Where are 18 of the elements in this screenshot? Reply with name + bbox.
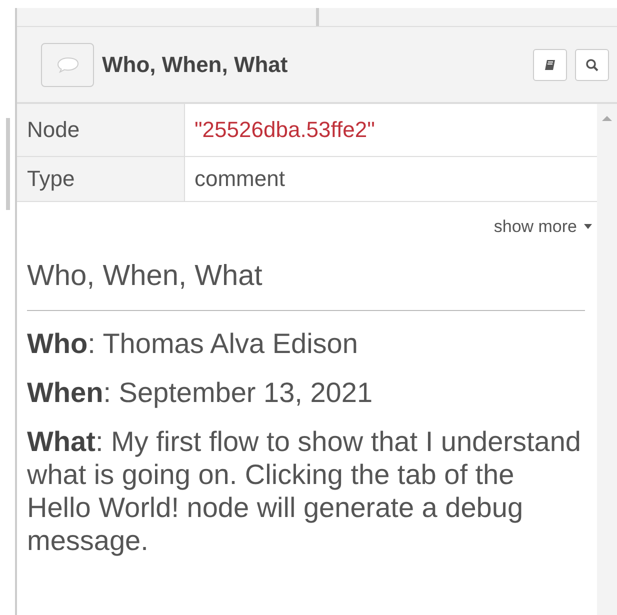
description-paragraph: When: September 13, 2021 — [27, 376, 374, 409]
search-icon — [585, 58, 599, 72]
book-button[interactable] — [533, 48, 567, 80]
description-paragraph: Who: Thomas Alva Edison — [27, 326, 359, 360]
show-more-link[interactable]: show more — [17, 202, 597, 239]
property-label: Node — [27, 117, 80, 142]
scroll-up-icon[interactable] — [601, 114, 613, 122]
splitter-handle[interactable] — [316, 8, 318, 26]
property-value: "25526dba.53ffe2" — [194, 117, 375, 142]
description-paragraph: What: My first flow to show that I understand what is going on. Clicking the tab of the Hello World! node will generate a debug message. — [27, 424, 582, 557]
property-label: Type — [27, 166, 75, 191]
property-value: comment — [194, 166, 285, 191]
node-title: Who, When, What — [102, 51, 289, 79]
comment-icon — [41, 42, 94, 86]
search-button[interactable] — [575, 48, 609, 80]
scrollbar-thumb[interactable] — [6, 118, 10, 210]
description-heading: Who, When, What — [27, 259, 585, 311]
book-icon — [543, 58, 557, 72]
